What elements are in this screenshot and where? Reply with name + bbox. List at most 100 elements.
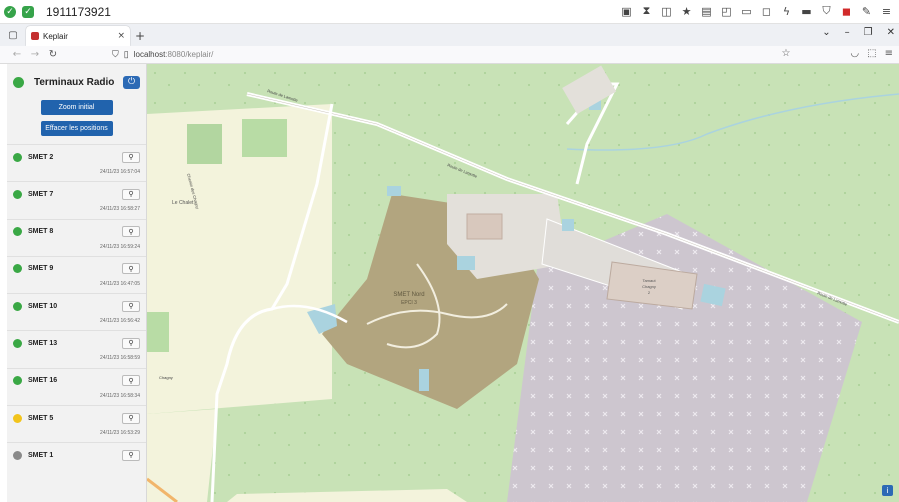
terminal-row[interactable]: SMET 1 ⚲ [7, 442, 146, 479]
close-window-icon[interactable]: ✕ [887, 27, 895, 38]
grass-patch-3 [242, 119, 287, 157]
locate-terminal-button[interactable]: ⚲ [122, 337, 140, 349]
locate-terminal-button[interactable]: ⚲ [122, 300, 140, 312]
locate-terminal-button[interactable]: ⚲ [122, 449, 140, 461]
zoom-initial-button[interactable]: Zoom initial [40, 100, 113, 115]
keyboard-icon[interactable]: ▬ [800, 4, 813, 18]
url-path: :8080/keplair/ [165, 50, 214, 59]
bookmark-star-icon[interactable]: ☆ [781, 48, 790, 59]
presentation-icon[interactable]: ◰ [720, 4, 733, 18]
screenshot-icon[interactable]: ▣ [620, 4, 633, 18]
terminal-name: SMET 7 [28, 190, 54, 198]
power-button[interactable]: ⏻ [123, 75, 140, 89]
url-bar[interactable]: ⛉ ▯ localhost:8080/keplair/ [112, 49, 213, 60]
terminal-status-dot [13, 301, 22, 311]
terminal-name: SMET 16 [28, 377, 58, 385]
terminal-row[interactable]: SMET 8 ⚲ 24/11/23 16:59:24 [7, 218, 146, 256]
locate-terminal-button[interactable]: ⚲ [122, 226, 140, 238]
terminal-timestamp: 24/11/23 16:53:29 [100, 430, 140, 437]
terminal-name: SMET 10 [28, 302, 58, 310]
terminal-status-dot [13, 413, 22, 423]
clear-positions-button[interactable]: Effacer les positions [40, 121, 113, 136]
pen-icon[interactable]: ✎ [860, 4, 873, 18]
star-icon[interactable]: ★ [680, 4, 693, 18]
shield-icon: ⛉ [112, 49, 119, 59]
page-icon: ▯ [123, 49, 129, 59]
document-icon[interactable]: ▤ [700, 4, 713, 18]
forward-icon[interactable]: → [26, 46, 44, 64]
reload-icon[interactable]: ↻ [44, 46, 62, 64]
menu-icon[interactable]: ≡ [880, 4, 893, 18]
locate-terminal-button[interactable]: ⚲ [122, 188, 140, 200]
tab-dropdown-icon[interactable]: ⌄ [822, 27, 830, 38]
map-view[interactable]: Route de Lamotte Route de Lamotte Route … [147, 64, 899, 502]
terminals-sidebar: Terminaux Radio ⏻ Zoom initial Effacer l… [7, 64, 147, 502]
tab-title: Keplair [43, 31, 68, 41]
terminal-row[interactable]: SMET 5 ⚲ 24/11/23 16:53:29 [7, 405, 146, 442]
terminal-status-dot [13, 376, 22, 386]
tab-list-icon[interactable]: ▢ [0, 24, 26, 46]
terminal-list: SMET 2 ⚲ 24/11/23 16:57:04 SMET 7 ⚲ 24/11/23 … [7, 144, 146, 480]
terminal-timestamp: 24/11/23 16:47:05 [100, 280, 140, 287]
terminal-timestamp: 24/11/23 16:58:59 [100, 355, 140, 362]
new-tab-button[interactable]: + [130, 26, 150, 46]
map-pin-icon: ⚲ [128, 451, 134, 460]
check-icon: ✓ [4, 5, 16, 18]
terminal-timestamp: 24/11/23 16:59:24 [100, 243, 140, 250]
shield-check-icon: ✓ [22, 5, 34, 18]
terminal-name: SMET 5 [28, 414, 54, 422]
browser-menu-icon[interactable]: ≡ [885, 48, 893, 59]
grass-patch-2 [187, 124, 222, 164]
database-icon[interactable]: ◫ [660, 4, 673, 18]
terminal-row[interactable]: SMET 10 ⚲ 24/11/23 16:56:42 [7, 293, 146, 330]
map-pin-icon: ⚲ [128, 376, 134, 385]
close-tab-icon[interactable]: × [117, 31, 125, 41]
terminal-row[interactable]: SMET 7 ⚲ 24/11/23 16:58:27 [7, 181, 146, 218]
back-icon[interactable]: ← [8, 46, 26, 64]
extensions-icon[interactable]: ⬚ [867, 48, 876, 59]
locate-terminal-button[interactable]: ⚲ [122, 375, 140, 387]
os-window-title: 1911173921 [46, 4, 111, 19]
hourglass-icon[interactable]: ⧗ [640, 4, 653, 18]
terminal-status-dot [13, 450, 22, 460]
terminal-row[interactable]: SMET 2 ⚲ 24/11/23 16:57:04 [7, 144, 146, 181]
map-pin-icon: ⚲ [128, 227, 134, 236]
terminal-status-dot [13, 227, 22, 237]
map-info-button[interactable]: i [882, 485, 893, 496]
terminal-status-dot [13, 152, 22, 162]
record-icon[interactable]: ◼ [840, 4, 853, 18]
chat-icon[interactable]: ◻ [760, 4, 773, 18]
water-basin-2 [387, 186, 401, 196]
locate-terminal-button[interactable]: ⚲ [122, 263, 140, 275]
lightning-icon[interactable]: ϟ [780, 4, 793, 18]
terminal-name: SMET 8 [28, 228, 54, 236]
label-village: Le Chalet [172, 200, 194, 206]
label-site: SMET Nord [393, 292, 424, 298]
terminal-timestamp: 24/11/23 16:57:04 [100, 169, 140, 175]
terminal-row[interactable]: SMET 9 ⚲ 24/11/23 16:47:05 [7, 255, 146, 293]
terminal-status-dot [13, 264, 22, 274]
label-factory-sub: Chagny [642, 284, 656, 289]
pocket-icon[interactable]: ◡ [850, 48, 859, 59]
monitor-icon[interactable]: ▭ [740, 4, 753, 18]
tab-keplair[interactable]: Keplair × [26, 26, 130, 46]
terminal-timestamp: 24/11/23 16:56:42 [100, 318, 140, 325]
sidebar-header: Terminaux Radio ⏻ [7, 64, 146, 100]
os-title-bar: ✓ ✓ 1911173921 ▣ ⧗ ◫ ★ ▤ ◰ ▭ ◻ ϟ ▬ ⛉ ◼ ✎… [0, 0, 899, 24]
url-host: localhost [133, 50, 166, 59]
meadow-west [147, 104, 332, 414]
label-factory: Tamaut [642, 278, 656, 283]
browser-nav-bar: ← → ↻ ⛉ ▯ localhost:8080/keplair/ ☆ ◡ ⬚ … [0, 46, 899, 64]
terminal-row[interactable]: SMET 16 ⚲ 24/11/23 16:58:34 [7, 367, 146, 405]
sidebar-title: Terminaux Radio [34, 76, 115, 88]
shield-icon[interactable]: ⛉ [820, 4, 833, 18]
minimize-icon[interactable]: – [845, 27, 850, 38]
locate-terminal-button[interactable]: ⚲ [122, 412, 140, 424]
terminal-timestamp: 24/11/23 16:58:34 [100, 392, 140, 399]
terminal-row[interactable]: SMET 13 ⚲ 24/11/23 16:58:59 [7, 330, 146, 367]
maximize-icon[interactable]: ❐ [864, 27, 873, 38]
facility-building [466, 213, 503, 240]
locate-terminal-button[interactable]: ⚲ [122, 151, 140, 163]
connection-status-indicator [13, 76, 24, 88]
pond-2 [419, 369, 429, 391]
